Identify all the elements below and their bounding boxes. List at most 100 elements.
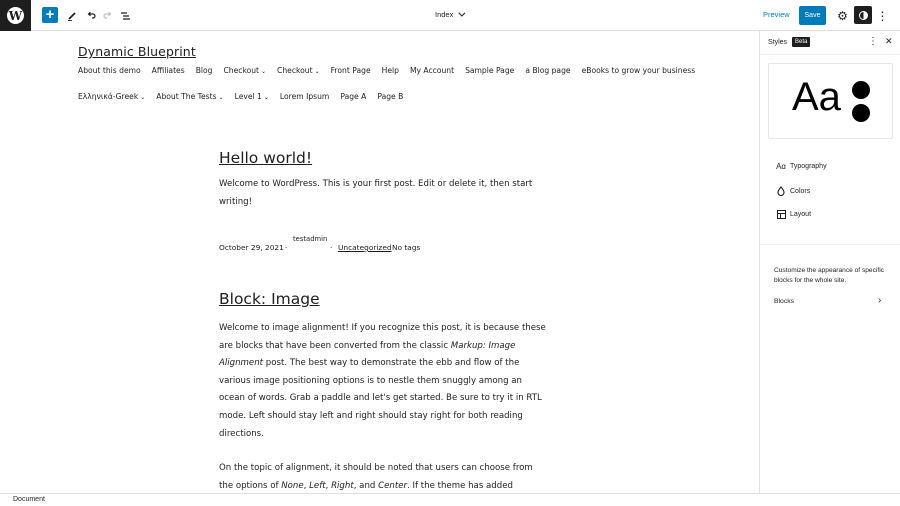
nav-link[interactable]: Ελληνικά-Greek ⌄ xyxy=(78,92,145,101)
chevron-down-icon[interactable]: ⌄ xyxy=(261,68,266,75)
block-breadcrumb-bar: Document xyxy=(0,493,900,506)
post-category-link[interactable]: Uncategorized xyxy=(338,243,392,252)
nav-link[interactable]: Lorem Ipsum xyxy=(280,92,329,101)
emphasis: None xyxy=(281,480,304,491)
layout-icon xyxy=(775,210,787,219)
more-vertical-icon: ⋮ xyxy=(876,8,889,23)
post-author[interactable]: testadmin xyxy=(293,235,327,243)
tools-button[interactable] xyxy=(63,7,80,24)
nav-link[interactable]: Checkout ⌄ xyxy=(223,66,266,75)
nav-link[interactable]: Affiliates xyxy=(152,66,185,75)
more-vertical-icon: ⋮ xyxy=(868,36,878,47)
undo-icon xyxy=(87,11,96,19)
blocks-description: Customize the appearance of specific blo… xyxy=(774,267,884,284)
typography-icon: Aɑ xyxy=(776,162,786,171)
chevron-down-icon xyxy=(458,9,466,17)
navigation-row-1: About this demo Affiliates Blog Checkout ⌄ Ch… xyxy=(78,66,706,75)
droplet-icon xyxy=(775,186,787,196)
sidebar-more-button[interactable]: ⋮ xyxy=(868,36,878,47)
chevron-down-icon[interactable]: ⌄ xyxy=(264,94,269,101)
navigation-row-2: Ελληνικά-Greek ⌄ About The Tests ⌄ Level 1 ⌄ L… xyxy=(78,92,414,101)
settings-button[interactable]: ⚙ xyxy=(834,7,851,24)
nav-link-label: Page A xyxy=(340,92,367,101)
nav-link-label: My Account xyxy=(409,66,455,75)
wordpress-logo-button[interactable]: W xyxy=(0,0,31,31)
sidebar-item-colors[interactable]: Colors xyxy=(775,186,810,196)
save-button[interactable]: Save xyxy=(799,6,826,25)
emphasis: Center xyxy=(378,480,408,491)
undo-button[interactable] xyxy=(82,7,99,24)
emphasis: Left xyxy=(309,480,326,491)
styles-button[interactable] xyxy=(854,6,872,24)
redo-icon xyxy=(102,11,111,19)
template-title-dropdown[interactable]: Index xyxy=(435,9,466,19)
list-view-button[interactable] xyxy=(117,7,134,24)
beta-badge: Beta xyxy=(792,37,811,47)
nav-link[interactable]: Blog xyxy=(196,66,213,75)
nav-link[interactable]: Sample Page xyxy=(465,66,514,75)
sidebar-item-layout[interactable]: Layout xyxy=(775,210,811,219)
color-swatch xyxy=(852,81,870,99)
nav-link-label: eBooks to grow your business xyxy=(581,66,696,75)
chevron-down-icon[interactable]: ⌄ xyxy=(140,94,145,101)
nav-link-label: Affiliates xyxy=(151,66,185,75)
post-meta: October 29, 2021 · testadmin · Uncategor… xyxy=(219,235,539,257)
gear-icon: ⚙ xyxy=(837,8,848,23)
styles-sidebar: Styles Beta ⋮ ✕ Aa Aɑ Typography Colors … xyxy=(759,31,900,493)
nav-link[interactable]: Page A xyxy=(340,92,366,101)
nav-link[interactable]: Help xyxy=(382,66,399,75)
divider xyxy=(760,244,900,245)
nav-link-label: Checkout xyxy=(277,66,313,75)
nav-link-label: a Blog page xyxy=(525,66,571,75)
post-title[interactable]: Block: Image xyxy=(219,290,549,308)
meta-separator: · xyxy=(285,243,288,252)
sidebar-item-label: Colors xyxy=(790,187,811,195)
color-swatch xyxy=(852,104,870,122)
nav-link[interactable]: Front Page xyxy=(331,66,371,75)
wordpress-logo-icon: W xyxy=(7,7,24,24)
text: , and xyxy=(353,480,379,491)
nav-link[interactable]: Level 1 ⌄ xyxy=(235,92,269,101)
emphasis: Right xyxy=(331,480,354,491)
add-block-button[interactable]: + xyxy=(42,7,58,23)
breadcrumb-document[interactable]: Document xyxy=(13,496,45,503)
preview-button[interactable]: Preview xyxy=(763,10,790,19)
redo-button[interactable] xyxy=(99,7,116,24)
text: post. The best way to demonstrate the eb… xyxy=(219,358,542,439)
options-menu-button[interactable]: ⋮ xyxy=(874,7,891,24)
sidebar-item-typography[interactable]: Aɑ Typography xyxy=(775,162,827,171)
nav-link-label: Level 1 xyxy=(234,92,262,101)
meta-separator: · xyxy=(330,243,333,252)
sidebar-item-label: Typography xyxy=(790,163,827,170)
site-title[interactable]: Dynamic Blueprint xyxy=(78,44,196,59)
sidebar-item-label: Layout xyxy=(790,211,812,218)
chevron-down-icon[interactable]: ⌄ xyxy=(219,94,224,101)
nav-link-label: Page B xyxy=(377,92,404,101)
post-title[interactable]: Hello world! xyxy=(219,149,549,167)
nav-link-label: Front Page xyxy=(330,66,371,75)
nav-link-label: Blog xyxy=(195,66,213,75)
nav-link[interactable]: a Blog page xyxy=(525,66,570,75)
nav-link[interactable]: Page B xyxy=(377,92,403,101)
post-date: October 29, 2021 xyxy=(219,243,284,252)
chevron-down-icon[interactable]: ⌄ xyxy=(315,68,320,75)
close-icon: ✕ xyxy=(885,36,893,46)
nav-link[interactable]: About The Tests ⌄ xyxy=(156,92,223,101)
post-tags: No tags xyxy=(392,243,421,252)
post-block-image: Block: Image Welcome to image alignment!… xyxy=(219,290,549,493)
post-excerpt: Welcome to WordPress. This is your first… xyxy=(219,179,533,207)
chevron-right-icon[interactable]: › xyxy=(878,295,881,306)
nav-link[interactable]: eBooks to grow your business xyxy=(582,66,696,75)
list-view-icon xyxy=(121,11,130,20)
nav-link-label: About The Tests xyxy=(156,92,217,101)
blocks-nav-item[interactable]: Blocks xyxy=(774,298,794,305)
sidebar-close-button[interactable]: ✕ xyxy=(885,36,893,47)
nav-link-label: Sample Page xyxy=(465,66,515,75)
nav-link-label: Checkout xyxy=(223,66,260,75)
nav-link[interactable]: About this demo xyxy=(78,66,141,75)
pencil-icon xyxy=(67,11,76,21)
style-preview: Aa xyxy=(768,63,893,139)
nav-link[interactable]: Checkout ⌄ xyxy=(277,66,320,75)
editor-canvas[interactable]: Dynamic Blueprint About this demo Affilia… xyxy=(0,31,759,493)
nav-link[interactable]: My Account xyxy=(410,66,454,75)
